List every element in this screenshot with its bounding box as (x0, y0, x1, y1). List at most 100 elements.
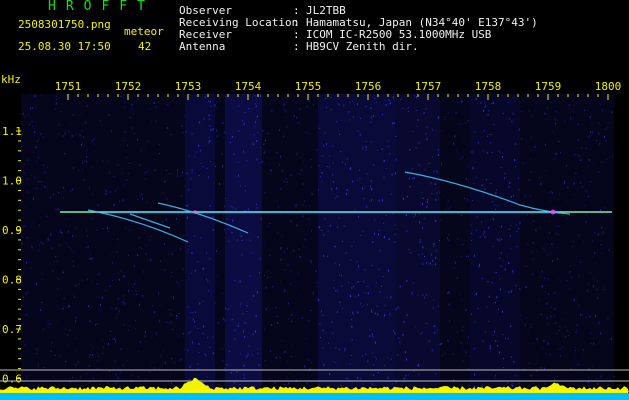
noise-speck (105, 189, 107, 192)
noise-speck (208, 114, 210, 117)
noise-speck (24, 344, 26, 347)
noise-speck (371, 383, 373, 385)
noise-speck (604, 128, 606, 130)
noise-speck (55, 256, 57, 258)
noise-speck (164, 269, 166, 271)
noise-speck (582, 349, 584, 351)
noise-speck (289, 220, 291, 222)
noise-speck (123, 137, 125, 139)
noise-speck (194, 320, 195, 323)
noise-speck (97, 359, 99, 362)
noise-speck (136, 293, 138, 295)
noise-speck (86, 160, 88, 163)
noise-speck (409, 185, 411, 188)
noise-speck (44, 171, 46, 174)
noise-speck (312, 292, 314, 295)
noise-speck (124, 227, 126, 230)
noise-speck (369, 200, 371, 202)
noise-speck (462, 137, 464, 139)
noise-speck (115, 382, 117, 385)
noise-speck (595, 377, 597, 379)
noise-speck (354, 295, 356, 297)
noise-speck (573, 105, 575, 107)
noise-speck (70, 205, 72, 207)
noise-speck (551, 192, 553, 194)
noise-speck (247, 208, 249, 211)
noise-speck (592, 163, 594, 166)
noise-speck (590, 342, 592, 344)
noise-speck (573, 182, 575, 185)
noise-speck (38, 224, 40, 227)
noise-speck (481, 278, 483, 279)
noise-speck (55, 95, 57, 97)
frequency-axis-labels: 1.11.00.90.80.70.6 (2, 125, 22, 386)
noise-speck (573, 111, 575, 114)
noise-speck (593, 285, 595, 288)
noise-speck (319, 323, 321, 325)
noise-speck (208, 118, 210, 120)
noise-speck (570, 280, 572, 282)
noise-speck (564, 180, 565, 183)
noise-speck (592, 256, 594, 258)
noise-speck (503, 260, 505, 262)
noise-speck (595, 315, 597, 318)
noise-speck (199, 302, 201, 305)
noise-speck (222, 164, 223, 167)
noise-speck (539, 276, 541, 279)
noise-speck (400, 98, 402, 100)
noise-speck (486, 135, 488, 137)
noise-speck (530, 323, 532, 326)
noise-speck (538, 300, 540, 302)
noise-speck (424, 256, 426, 257)
noise-speck (506, 382, 508, 384)
noise-speck (255, 330, 256, 333)
noise-speck (42, 272, 44, 274)
noise-speck (500, 251, 502, 254)
noise-speck (546, 302, 548, 305)
noise-speck (556, 258, 558, 261)
noise-speck (580, 261, 582, 263)
noise-speck (600, 244, 602, 245)
noise-speck (91, 218, 93, 220)
noise-speck (75, 320, 77, 323)
noise-speck (218, 234, 220, 236)
noise-speck (365, 353, 367, 355)
noise-speck (515, 224, 517, 226)
noise-speck (200, 163, 202, 165)
noise-speck (422, 227, 424, 230)
time-tick-label: 1755 (295, 80, 322, 93)
noise-speck (546, 285, 548, 287)
noise-speck (538, 176, 540, 178)
noise-speck (535, 363, 537, 366)
noise-speck (350, 355, 352, 357)
noise-speck (230, 205, 232, 207)
noise-speck (357, 311, 359, 314)
noise-speck (307, 358, 309, 361)
noise-speck (80, 113, 82, 115)
noise-speck (47, 319, 49, 321)
noise-speck (453, 142, 455, 145)
noise-speck (174, 361, 176, 364)
noise-speck (518, 382, 520, 384)
noise-speck (434, 183, 436, 186)
noise-speck (326, 143, 327, 146)
noise-speck (70, 248, 72, 250)
noise-speck (33, 221, 35, 223)
noise-speck (82, 161, 84, 164)
noise-speck (206, 376, 208, 378)
hrofft-spectrogram-window: HROFFT 2508301750.png meteor 25.08.30 17… (0, 0, 629, 400)
noise-speck (374, 341, 376, 344)
noise-speck (418, 163, 420, 166)
noise-speck (362, 383, 364, 385)
noise-speck (366, 205, 368, 208)
noise-speck (310, 310, 312, 311)
noise-speck (105, 289, 107, 292)
noise-speck (397, 354, 399, 356)
noise-speck (82, 142, 83, 145)
noise-speck (113, 204, 115, 206)
noise-speck (49, 197, 51, 199)
noise-speck (501, 238, 503, 241)
noise-speck (73, 252, 75, 253)
noise-speck (55, 358, 57, 360)
noise-speck (444, 119, 445, 120)
